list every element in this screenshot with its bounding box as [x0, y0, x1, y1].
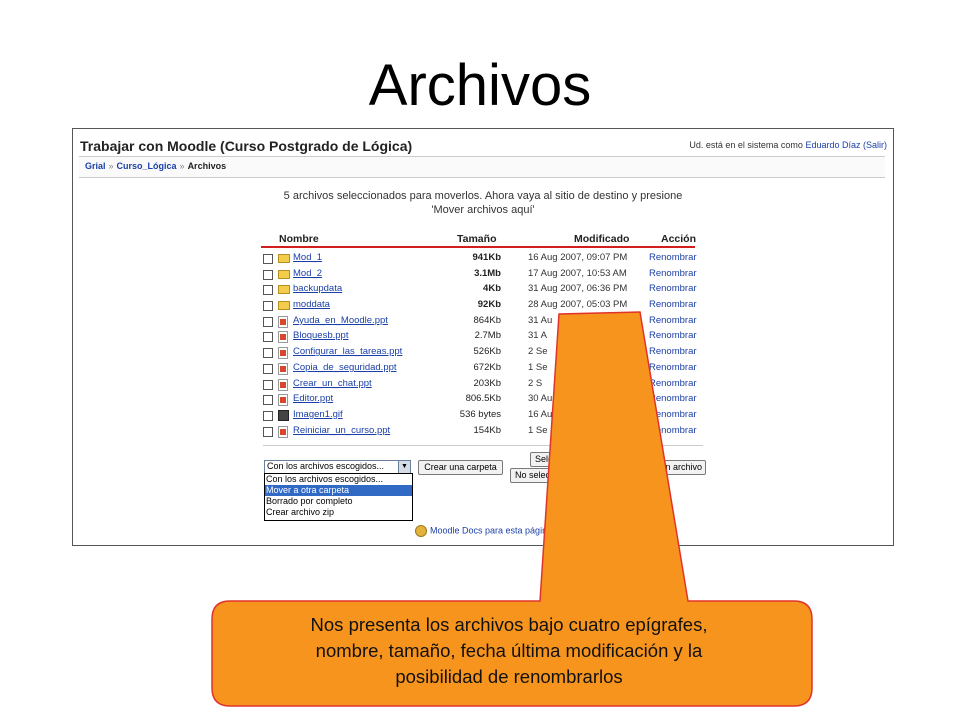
callout-line-1: Nos presenta los archivos bajo cuatro ep… [310, 614, 708, 635]
callout-text: Nos presenta los archivos bajo cuatro ep… [214, 612, 804, 690]
callout-line-3: posibilidad de renombrarlos [395, 666, 623, 687]
callout-line-2: nombre, tamaño, fecha última modificació… [315, 640, 703, 661]
